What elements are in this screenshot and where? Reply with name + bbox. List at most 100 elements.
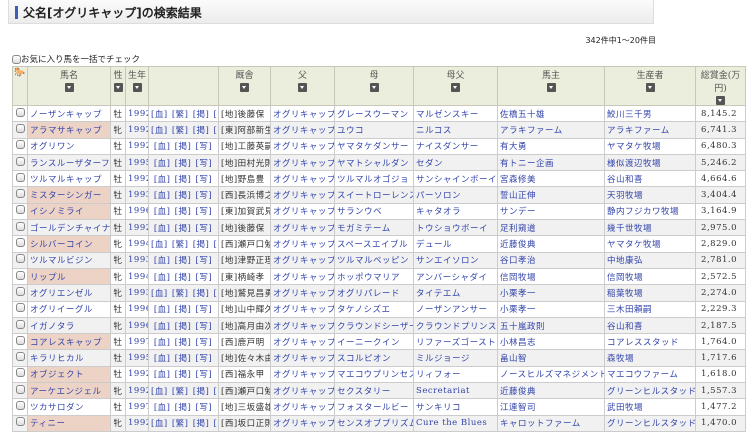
owner-link[interactable]: 小林昌志 [500,338,536,348]
owner-link[interactable]: サンデー [500,207,536,217]
favorite-checkbox[interactable] [15,319,25,329]
sire-link[interactable]: オグリキャップ [273,370,334,380]
favorite-checkbox[interactable] [15,384,25,394]
sire-link[interactable]: オグリキャップ [273,403,334,413]
birth-year-link[interactable]: 1992 [128,418,148,428]
link-photo[interactable]: [写] [196,224,213,234]
favorite-checkbox[interactable] [15,140,25,150]
col-damsire[interactable]: 母父 [413,66,498,106]
sire-link[interactable]: オグリキャップ [273,126,334,136]
link-blood[interactable]: [血] [154,354,171,364]
damsire-link[interactable]: パーソロン [416,191,461,201]
horse-name-link[interactable]: ランスルーザターフ [30,159,110,169]
favorite-checkbox-cell[interactable] [12,365,28,384]
link-post[interactable]: [掲] [175,403,192,413]
birth-year-link[interactable]: 1997 [128,402,148,412]
dam-link[interactable]: イーニークイン [337,338,400,348]
damsire-link[interactable]: トウショウボーイ [416,224,488,234]
owner-link[interactable]: 有大勇 [500,142,527,152]
birth-year-link[interactable]: 1995 [128,353,148,363]
favorite-checkbox-cell[interactable] [12,382,28,400]
breeder-link[interactable]: ヤマタケ牧場 [607,240,661,250]
link-blood[interactable]: [血] [154,191,171,201]
link-photo[interactable]: [写] [196,338,213,348]
dam-link[interactable]: スイートローレンス [337,191,413,201]
horse-name-link[interactable]: ノーザンキャップ [30,110,102,120]
favorite-checkbox-cell[interactable] [12,137,28,155]
link-blood[interactable]: [血] [151,110,168,120]
link-post[interactable]: [掲] [175,305,192,315]
dam-link[interactable]: オグリパレード [337,289,400,299]
damsire-link[interactable]: リファーズゴースト [416,338,496,348]
owner-link[interactable]: 佐橋五十雄 [500,110,545,120]
link-photo[interactable]: [写] [214,126,218,136]
link-photo[interactable]: [写] [196,256,213,266]
link-breed[interactable]: [繁] [172,110,189,120]
dam-link[interactable]: サランウベ [337,207,382,217]
sire-link[interactable]: オグリキャップ [273,256,334,266]
dam-link[interactable]: スペースエイブル [337,240,408,250]
link-photo[interactable]: [写] [214,419,218,429]
owner-link[interactable]: ノースヒルズマネジメント [500,370,604,380]
horse-name-link[interactable]: リップル [30,273,66,283]
link-post[interactable]: [掲] [175,224,192,234]
favorite-checkbox[interactable] [15,189,25,199]
dam-link[interactable]: フォスタールビー [337,403,409,413]
favorite-checkbox[interactable] [15,205,25,215]
favorite-checkbox-cell[interactable] [12,316,28,335]
dam-link[interactable]: センスオブプリズム [337,419,413,429]
damsire-link[interactable]: ニルコス [416,126,452,136]
col-sire[interactable]: 父 [270,66,335,106]
breeder-link[interactable]: コアレススタッド [607,338,679,348]
favorite-checkbox[interactable] [15,172,25,182]
horse-name-link[interactable]: ツルマルキャップ [30,175,102,185]
favorite-checkbox[interactable] [15,286,25,296]
horse-name-link[interactable]: イガノタラ [30,322,75,332]
damsire-link[interactable]: マルゼンスキー [416,110,479,120]
favorite-checkbox[interactable] [15,107,25,117]
dam-link[interactable]: ユウコ [337,126,364,136]
dam-link[interactable]: マエコウプリンセス [337,370,413,380]
link-photo[interactable]: [写] [196,305,213,315]
link-blood[interactable]: [血] [154,322,171,332]
horse-name-link[interactable]: キラリヒカル [30,354,84,364]
link-blood[interactable]: [血] [154,142,171,152]
link-post[interactable]: [掲] [175,175,192,185]
col-owner[interactable]: 馬主 [497,66,605,106]
dam-link[interactable]: ホッポウマリア [337,273,400,283]
dam-link[interactable]: ツルマルオゴジョ [337,175,409,185]
link-post[interactable]: [掲] [175,142,192,152]
dam-link[interactable]: モガミテーム [337,224,391,234]
breeder-link[interactable]: 武田牧場 [607,403,643,413]
sire-link[interactable]: オグリキャップ [273,224,334,234]
link-blood[interactable]: [血] [154,273,171,283]
link-blood[interactable]: [血] [154,207,171,217]
link-blood[interactable]: [血] [151,419,168,429]
dam-link[interactable]: ヤマトシャルダン [337,159,409,169]
breeder-link[interactable]: 森牧場 [607,354,634,364]
link-photo[interactable]: [写] [196,354,213,364]
col-sex[interactable]: 性 [110,66,126,106]
owner-link[interactable]: 谷口孝治 [500,256,536,266]
breeder-link[interactable]: マエコウファーム [607,370,678,380]
breeder-link[interactable]: 中地康弘 [607,256,643,266]
link-photo[interactable]: [写] [196,191,213,201]
owner-link[interactable]: 有トニー企画 [500,159,554,169]
owner-link[interactable]: 江連智司 [500,403,536,413]
birth-year-link[interactable]: 1996 [128,304,148,314]
birth-year-link[interactable]: 1992 [128,369,148,379]
link-post[interactable]: [掲] [175,354,192,364]
dam-link[interactable]: セクスタリー [337,387,391,397]
link-blood[interactable]: [血] [154,175,171,185]
link-photo[interactable]: [写] [196,207,213,217]
sire-link[interactable]: オグリキャップ [273,240,334,250]
favorite-checkbox[interactable] [15,270,25,280]
birth-year-link[interactable]: 1992 [128,109,148,119]
horse-name-link[interactable]: ティニー [30,419,66,429]
damsire-link[interactable]: サンキリコ [416,403,461,413]
favorite-checkbox-cell[interactable] [12,349,28,367]
sire-link[interactable]: オグリキャップ [273,273,334,283]
link-photo[interactable]: [写] [214,240,218,250]
check-all-favorites[interactable]: お気に入り馬を一括でチェック [12,53,140,65]
favorite-checkbox[interactable] [15,238,25,248]
